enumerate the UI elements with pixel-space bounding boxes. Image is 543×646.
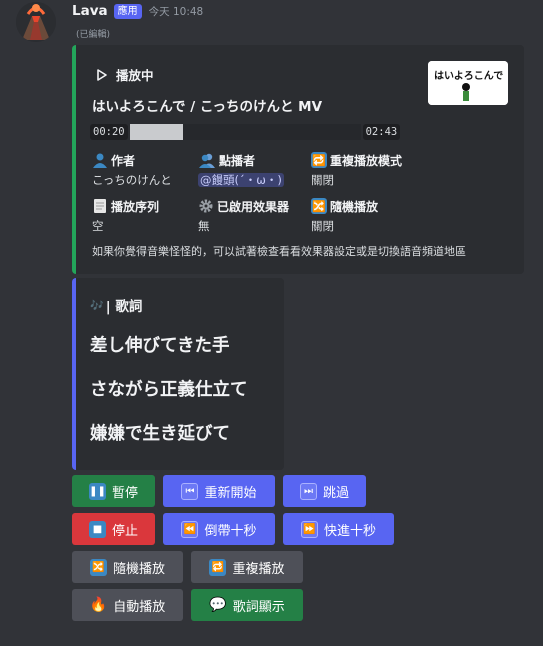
page-icon <box>94 199 106 213</box>
timestamp: 今天 10:48 <box>148 5 204 18</box>
lyrics-embed: 🎶 | 歌詞 差し伸びてきた手 さながら正義仕立て 嫌嫌で生き延びて <box>72 278 284 470</box>
show-lyrics-button[interactable]: 💬 歌詞顯示 <box>191 589 303 621</box>
lyric-line: 嫌嫌で生き延びて <box>90 424 230 444</box>
app-badge: 應用 <box>113 3 142 19</box>
restart-label: 重新開始 <box>204 485 257 501</box>
field-author-name: 作者 <box>111 153 136 168</box>
fast-forward-icon: ⏩ <box>300 520 318 538</box>
field-queue: 播放序列 空 <box>92 197 159 234</box>
field-repeat-mode: 🔁 重複播放模式 關閉 <box>311 151 402 188</box>
field-requester: 點播者 @饅頭(´・ω・) <box>198 151 284 188</box>
repeat-icon: 🔁 <box>311 152 327 168</box>
shuffle-label: 隨機播放 <box>112 561 165 577</box>
show-lyrics-label: 歌詞顯示 <box>232 599 285 615</box>
fast-forward-label: 快進十秒 <box>323 523 376 539</box>
lyrics-heading-label: | 歌詞 <box>105 299 143 315</box>
skip-back-icon: ⏮ <box>181 482 199 500</box>
gear-icon <box>199 199 213 213</box>
stop-icon: ■ <box>88 520 106 538</box>
field-shuffle: 🔀 隨機播放 關閉 <box>311 197 378 234</box>
stop-button[interactable]: ■ 停止 <box>72 513 155 545</box>
pause-button[interactable]: ❚❚ 暫停 <box>72 475 155 507</box>
pause-label: 暫停 <box>111 485 138 501</box>
field-repeat-value: 關閉 <box>311 173 334 187</box>
repeat-icon: 🔁 <box>209 558 227 576</box>
avatar[interactable] <box>16 2 56 42</box>
rewind-button[interactable]: ⏪ 倒帶十秒 <box>163 513 275 545</box>
field-shuffle-value: 關閉 <box>311 219 334 233</box>
field-shuffle-name: 隨機播放 <box>330 199 379 214</box>
autoplay-button[interactable]: 🔥 自動播放 <box>72 589 183 621</box>
pause-icon: ❚❚ <box>88 482 106 500</box>
lyrics-heading: 🎶 | 歌詞 <box>90 295 143 316</box>
fast-forward-button[interactable]: ⏩ 快進十秒 <box>283 513 394 545</box>
shuffle-icon: 🔀 <box>311 198 327 214</box>
field-author: 作者 こっちのけんと <box>92 151 172 188</box>
thumbnail-image-icon: はいよろこんで <box>428 61 508 105</box>
tip-note: 如果你覺得音樂怪怪的，可以試著檢查看看效果器設定或是切換語音頻道地區 <box>92 245 466 258</box>
song-thumbnail[interactable]: はいよろこんで <box>428 61 508 105</box>
field-effects-name: 已啟用效果器 <box>217 199 290 214</box>
busts-silhouette-icon <box>199 153 215 168</box>
message-header: Lava 應用 今天 10:48 <box>72 2 203 20</box>
field-queue-value: 空 <box>92 219 104 233</box>
rewind-label: 倒帶十秒 <box>204 523 257 539</box>
edited-label: (已編輯) <box>76 30 111 40</box>
field-repeat-name: 重複播放模式 <box>330 153 403 168</box>
play-icon <box>97 68 107 81</box>
progress-remaining <box>182 124 361 140</box>
field-queue-name: 播放序列 <box>111 199 160 214</box>
thumbnail-text: はいよろこんで <box>434 70 503 82</box>
autoplay-label: 自動播放 <box>113 599 166 615</box>
progress-bar: 00:20 02:43 <box>90 123 401 141</box>
bust-silhouette-icon <box>93 153 107 168</box>
skip-forward-icon: ⏭ <box>299 482 317 500</box>
requester-mention[interactable]: @饅頭(´・ω・) <box>198 173 284 187</box>
speech-bubble-icon: 💬 <box>209 597 227 613</box>
volcano-avatar-icon <box>16 2 56 42</box>
now-playing-title: 播放中 <box>116 68 154 83</box>
field-requester-name: 點播者 <box>219 153 256 168</box>
skip-button[interactable]: ⏭ 跳過 <box>283 475 366 507</box>
musical-notes-icon: 🎶 <box>90 298 104 312</box>
restart-button[interactable]: ⏮ 重新開始 <box>163 475 275 507</box>
bot-name[interactable]: Lava <box>72 3 108 19</box>
shuffle-button[interactable]: 🔀 隨機播放 <box>72 551 183 583</box>
repeat-button[interactable]: 🔁 重複播放 <box>191 551 303 583</box>
song-title[interactable]: はいよろこんで / こっちのけんと MV <box>92 95 322 115</box>
fire-icon: 🔥 <box>89 597 108 613</box>
total-time: 02:43 <box>362 124 401 140</box>
lyric-line: さながら正義仕立て <box>90 380 248 400</box>
skip-label: 跳過 <box>322 485 349 501</box>
field-effects-value: 無 <box>198 219 210 233</box>
progress-played <box>129 124 183 140</box>
rewind-icon: ⏪ <box>181 520 199 538</box>
field-author-value: こっちのけんと <box>92 173 172 187</box>
now-playing-heading: 播放中 <box>96 65 154 84</box>
stop-label: 停止 <box>111 523 138 539</box>
field-effects: 已啟用效果器 無 <box>198 197 289 234</box>
now-playing-embed: 播放中 はいよろこんで はいよろこんで / こっちのけんと MV 00:20 0… <box>72 45 524 274</box>
current-time: 00:20 <box>90 124 128 140</box>
repeat-label: 重複播放 <box>232 561 285 577</box>
shuffle-icon: 🔀 <box>89 558 107 576</box>
lyric-line: 差し伸びてきた手 <box>90 336 230 356</box>
